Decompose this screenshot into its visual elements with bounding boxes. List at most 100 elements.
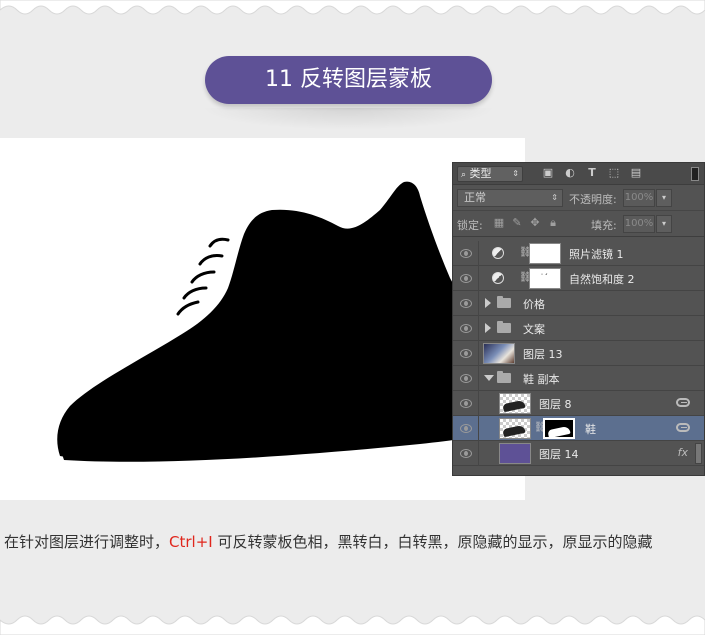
layer-name: 自然饱和度 2: [569, 273, 635, 286]
layer-row[interactable]: 图层 13: [453, 341, 704, 366]
layer-row[interactable]: 图层 8: [453, 391, 704, 416]
layer-row[interactable]: 价格: [453, 291, 704, 316]
chain-link-icon[interactable]: ⛓︎: [519, 246, 532, 260]
layer-mask-thumbnail[interactable]: ˙ˊ: [529, 268, 561, 289]
shoe-mask-icon: [547, 425, 571, 439]
layers-panel: ⌕ 类型 ⇕ ▣ ◐ T ⬚ ▤ 正常 ⇕ 不透明度: 100% ▾ 锁定: ▦…: [452, 162, 705, 476]
shoe-silhouette: [57, 181, 525, 462]
layer-row[interactable]: 文案: [453, 316, 704, 341]
layer-row-selected[interactable]: ⛓︎ 鞋: [453, 416, 704, 441]
fill-label: 填充:: [591, 219, 617, 232]
fill-input[interactable]: 100%: [623, 215, 655, 233]
scrollbar[interactable]: [695, 443, 702, 464]
fill-dropdown-button[interactable]: ▾: [656, 215, 672, 233]
adjustment-layer-icon: [492, 272, 504, 284]
column-divider: [478, 391, 479, 416]
opacity-label: 不透明度:: [569, 193, 617, 206]
shoe-thumbnail-icon: [502, 424, 526, 438]
folder-open-icon: [497, 371, 511, 383]
column-divider: [478, 241, 479, 266]
layer-thumbnail[interactable]: [499, 443, 531, 464]
folder-icon: [497, 321, 511, 333]
description-before: 在针对图层进行调整时，: [4, 533, 170, 551]
wavy-bottom-border: [0, 615, 705, 635]
layer-row[interactable]: 鞋 副本: [453, 366, 704, 391]
column-divider: [478, 366, 479, 391]
pixel-layer-filter-icon[interactable]: ▣: [541, 166, 555, 180]
layer-name: 图层 8: [539, 398, 572, 411]
section-title: 11 反转图层蒙板: [205, 56, 492, 104]
type-layer-filter-icon[interactable]: T: [585, 166, 599, 180]
layer-row[interactable]: ⛓︎ 照片滤镜 1: [453, 241, 704, 266]
blend-opacity-bar: 正常 ⇕ 不透明度: 100% ▾: [453, 185, 704, 211]
link-icon[interactable]: [676, 423, 690, 432]
layer-row[interactable]: ⛓︎ ˙ˊ 自然饱和度 2: [453, 266, 704, 291]
mask-marks-icon: ˙ˊ: [540, 273, 548, 282]
blend-mode-dropdown[interactable]: 正常 ⇕: [457, 189, 563, 207]
layer-name: 图层 14: [539, 448, 579, 461]
adjustment-layer-filter-icon[interactable]: ◐: [563, 166, 577, 180]
layer-thumbnail[interactable]: [483, 343, 515, 364]
layer-name: 图层 13: [523, 348, 563, 361]
title-shadow: [200, 108, 497, 130]
opacity-dropdown-button[interactable]: ▾: [656, 189, 672, 207]
description-text: 在针对图层进行调整时，Ctrl+I 可反转蒙板色相，黑转白，白转黑，原隐藏的显示…: [4, 528, 704, 557]
layer-name: 照片滤镜 1: [569, 248, 624, 261]
shoe-thumbnail-icon: [502, 399, 526, 413]
search-icon: ⌕: [461, 170, 467, 180]
filter-type-label: 类型: [469, 167, 492, 180]
adjustment-layer-icon: [492, 247, 504, 259]
eye-visibility-icon[interactable]: [460, 274, 472, 283]
layer-thumbnail[interactable]: [499, 418, 531, 439]
layer-mask-thumbnail[interactable]: [529, 243, 561, 264]
eye-visibility-icon[interactable]: [460, 374, 472, 383]
eye-visibility-icon[interactable]: [460, 299, 472, 308]
layer-thumbnail[interactable]: [499, 393, 531, 414]
column-divider: [478, 441, 479, 466]
layers-filter-bar: ⌕ 类型 ⇕ ▣ ◐ T ⬚ ▤: [453, 163, 704, 185]
filter-toggle-switch[interactable]: [691, 167, 699, 181]
eye-visibility-icon[interactable]: [460, 349, 472, 358]
fx-icon[interactable]: fx: [678, 446, 688, 459]
collapse-arrow-icon[interactable]: [484, 375, 494, 381]
layer-name: 鞋 副本: [523, 373, 560, 386]
folder-icon: [497, 296, 511, 308]
layer-filter-dropdown[interactable]: ⌕ 类型 ⇕: [457, 166, 523, 182]
layer-row[interactable]: 图层 14 fx: [453, 441, 704, 466]
lock-position-move-icon[interactable]: ✥: [529, 217, 541, 229]
layer-mask-thumbnail[interactable]: [543, 418, 575, 439]
canvas-area: [0, 138, 525, 500]
lock-transparent-icon[interactable]: ▦: [493, 217, 505, 229]
eye-visibility-icon[interactable]: [460, 424, 472, 433]
column-divider: [478, 316, 479, 341]
chain-link-icon[interactable]: ⛓︎: [519, 271, 532, 285]
column-divider: [478, 416, 479, 441]
opacity-input[interactable]: 100%: [623, 189, 655, 207]
layer-name: 鞋: [585, 423, 596, 436]
lock-label: 锁定:: [457, 219, 483, 232]
eye-visibility-icon[interactable]: [460, 449, 472, 458]
layer-name: 价格: [523, 298, 545, 311]
eye-visibility-icon[interactable]: [460, 324, 472, 333]
expand-arrow-icon[interactable]: [485, 323, 491, 333]
eye-visibility-icon[interactable]: [460, 399, 472, 408]
blend-mode-value: 正常: [464, 191, 486, 204]
eye-visibility-icon[interactable]: [460, 249, 472, 258]
chain-link-icon[interactable]: ⛓︎: [534, 421, 547, 435]
chevron-updown-icon: ⇕: [551, 193, 558, 202]
wavy-top-border: [0, 0, 705, 15]
column-divider: [478, 266, 479, 291]
link-icon[interactable]: [676, 398, 690, 407]
expand-arrow-icon[interactable]: [485, 298, 491, 308]
column-divider: [478, 341, 479, 366]
layer-name: 文案: [523, 323, 545, 336]
lock-all-padlock-icon[interactable]: 🔒︎: [547, 217, 559, 229]
smart-object-filter-icon[interactable]: ▤: [629, 166, 643, 180]
shortcut-highlight: Ctrl+I: [169, 533, 213, 551]
shape-layer-filter-icon[interactable]: ⬚: [607, 166, 621, 180]
column-divider: [478, 291, 479, 316]
lock-image-brush-icon[interactable]: ✎: [511, 217, 523, 229]
chevron-updown-icon: ⇕: [512, 169, 519, 178]
lock-fill-bar: 锁定: ▦ ✎ ✥ 🔒︎ 填充: 100% ▾: [453, 211, 704, 237]
description-after: 可反转蒙板色相，黑转白，白转黑，原隐藏的显示，原显示的隐藏: [212, 533, 653, 551]
